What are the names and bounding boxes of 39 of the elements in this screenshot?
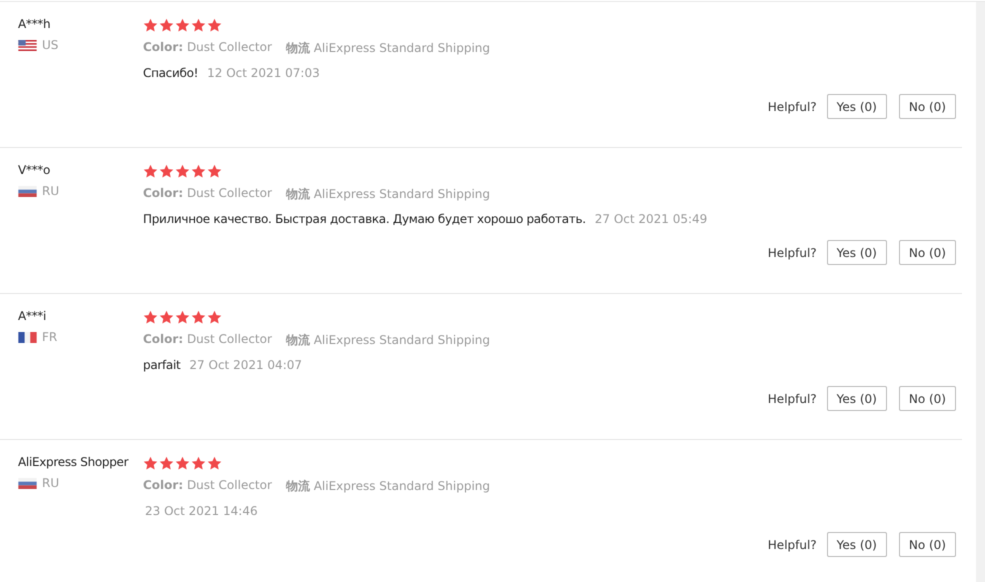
- reviewer-name: A***h: [18, 17, 50, 31]
- reviewer-name: V***o: [18, 163, 50, 177]
- yes-button[interactable]: Yes (0): [826, 386, 887, 411]
- helpful-label: Helpful?: [768, 246, 817, 260]
- yes-button[interactable]: Yes (0): [826, 240, 887, 265]
- shipping-info: 物流 AliExpress Standard Shipping: [286, 40, 490, 57]
- helpful-label: Helpful?: [768, 100, 817, 114]
- flag-icon: [18, 332, 37, 342]
- color-info: Color: Dust Collector: [143, 478, 272, 494]
- color-info: Color: Dust Collector: [143, 332, 272, 348]
- review-date: 23 Oct 2021 14:46: [144, 504, 258, 518]
- color-info: Color: Dust Collector: [143, 40, 272, 56]
- country-code: FR: [42, 330, 58, 344]
- reviewer-name: AliExpress Shopper: [18, 455, 128, 469]
- shipping-info: 物流 AliExpress Standard Shipping: [286, 186, 490, 203]
- country-code: RU: [42, 184, 60, 198]
- review-date: 27 Oct 2021 05:49: [594, 212, 708, 226]
- country-code: US: [42, 38, 58, 52]
- review-date: 12 Oct 2021 07:03: [206, 66, 320, 80]
- color-info: Color: Dust Collector: [143, 186, 272, 202]
- shipping-info: 物流 AliExpress Standard Shipping: [286, 478, 490, 495]
- no-button[interactable]: No (0): [898, 240, 956, 265]
- no-button[interactable]: No (0): [898, 532, 956, 557]
- shipping-info: 物流 AliExpress Standard Shipping: [286, 332, 490, 349]
- review-text: Спасибо!: [143, 66, 198, 80]
- flag-icon: [18, 186, 37, 196]
- review-date: 27 Oct 2021 04:07: [188, 358, 302, 372]
- review-text: Приличное качество. Быстрая доставка. Думаю будет хорошо работать.: [143, 212, 586, 226]
- flag-icon: [18, 478, 37, 488]
- no-button[interactable]: No (0): [898, 94, 956, 119]
- flag-icon: [18, 40, 37, 50]
- no-button[interactable]: No (0): [898, 386, 956, 411]
- reviewer-name: A***i: [18, 309, 46, 323]
- review-text: parfait: [143, 358, 180, 372]
- yes-button[interactable]: Yes (0): [826, 94, 887, 119]
- yes-button[interactable]: Yes (0): [826, 532, 887, 557]
- helpful-label: Helpful?: [768, 538, 817, 552]
- helpful-label: Helpful?: [768, 392, 817, 406]
- country-code: RU: [42, 476, 60, 490]
